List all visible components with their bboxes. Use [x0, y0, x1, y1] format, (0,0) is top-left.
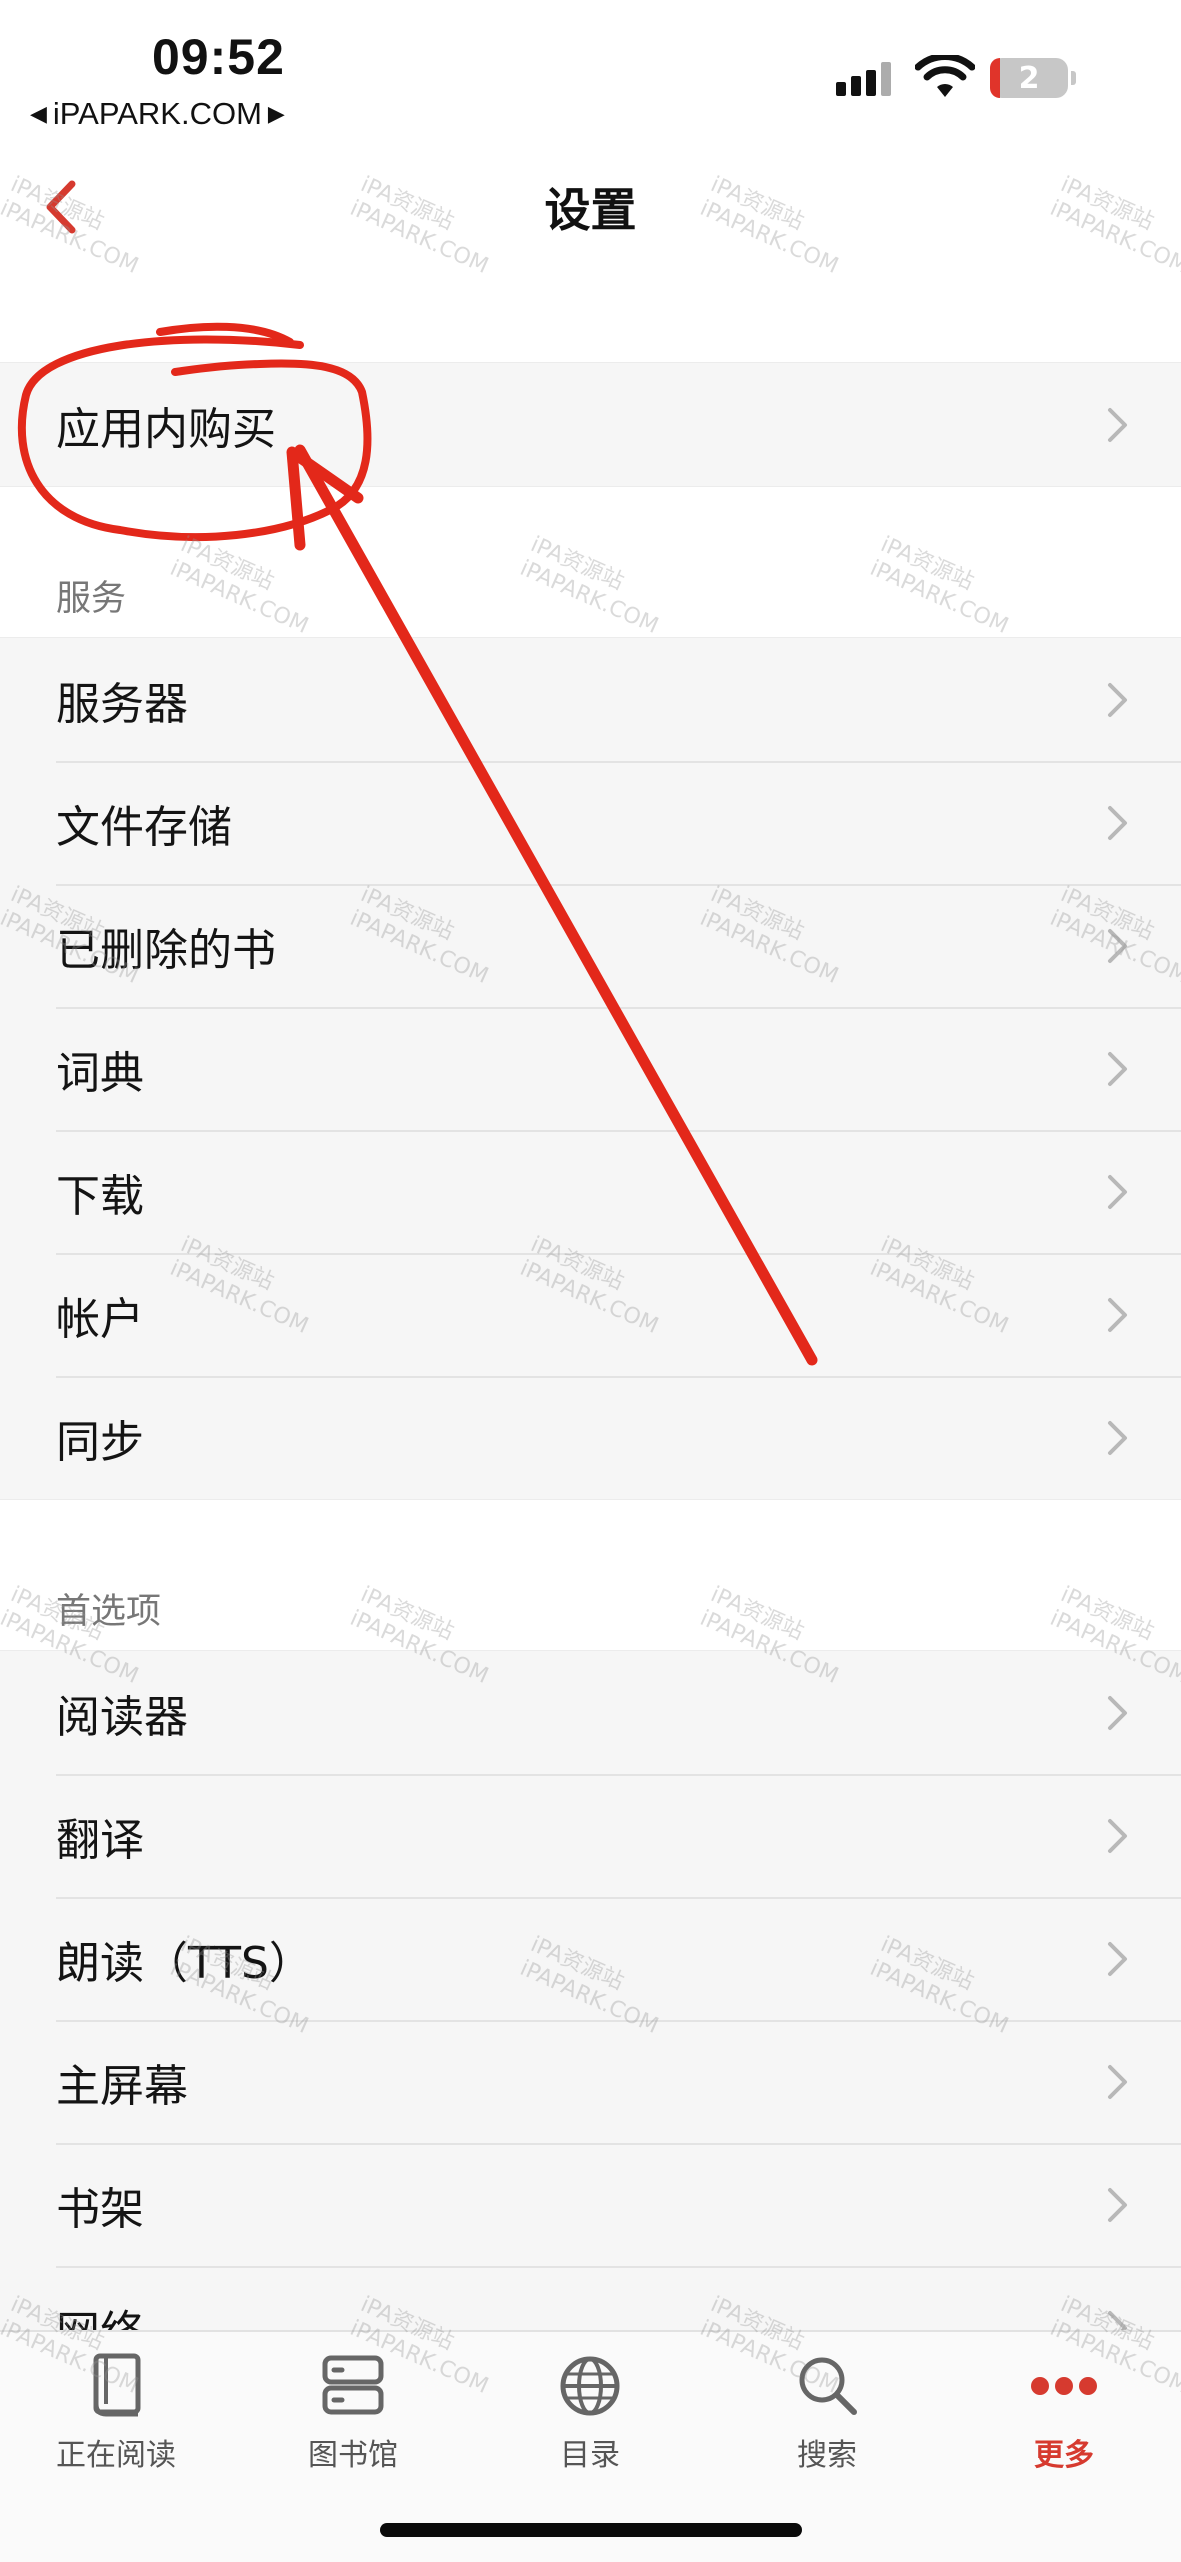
chevron-right-icon: [1107, 1818, 1129, 1858]
tab-catalog[interactable]: 目录: [490, 2352, 690, 2474]
globe-icon: [560, 2356, 620, 2416]
settings-row[interactable]: 服务器: [0, 638, 1181, 761]
settings-row-label: 词典: [56, 1047, 144, 1099]
cellular-signal-icon: [836, 62, 891, 96]
battery-icon: 2: [990, 58, 1076, 98]
settings-row[interactable]: 翻译: [0, 1774, 1181, 1897]
settings-row[interactable]: 应用内购买: [0, 363, 1181, 486]
settings-row-label: 下载: [56, 1170, 144, 1222]
chevron-right-icon: [1107, 1174, 1129, 1214]
settings-row-label: 帐户: [56, 1293, 144, 1345]
settings-row[interactable]: 词典: [0, 1007, 1181, 1130]
settings-group: 服务器文件存储已删除的书词典下载帐户同步: [0, 637, 1181, 1500]
section-header-label: 服务: [56, 579, 127, 619]
settings-row[interactable]: 书架: [0, 2143, 1181, 2266]
tab-label: 更多: [1034, 2438, 1094, 2473]
tab-label: 目录: [560, 2438, 620, 2473]
status-time: 09:52: [152, 29, 285, 85]
tab-label: 正在阅读: [56, 2438, 176, 2473]
battery-level: 2: [1018, 60, 1040, 96]
carrier-forward-icon: ▶: [267, 101, 285, 126]
settings-row[interactable]: 主屏幕: [0, 2020, 1181, 2143]
chevron-right-icon: [1107, 1420, 1129, 1460]
chevron-right-icon: [1107, 2064, 1129, 2104]
settings-row-label: 书架: [56, 2183, 144, 2235]
settings-row[interactable]: 已删除的书: [0, 884, 1181, 1007]
more-dots-icon: [1031, 2377, 1097, 2395]
chevron-right-icon: [1107, 682, 1129, 722]
chevron-right-icon: [1107, 1297, 1129, 1337]
page-title: 设置: [544, 183, 637, 237]
settings-row-label: 主屏幕: [56, 2060, 188, 2112]
settings-row[interactable]: 阅读器: [0, 1651, 1181, 1774]
chevron-right-icon: [1107, 1695, 1129, 1735]
carrier-label: ◀ iPAPARK.COM ▶: [30, 96, 285, 132]
chevron-right-icon: [1107, 407, 1129, 447]
settings-row[interactable]: 文件存储: [0, 761, 1181, 884]
chevron-right-icon: [1107, 2187, 1129, 2227]
chevron-right-icon: [1107, 805, 1129, 845]
home-indicator: [380, 2523, 802, 2537]
carrier-back-icon: ◀: [30, 101, 47, 126]
settings-row-label: 应用内购买: [56, 403, 276, 455]
carrier-text: iPAPARK.COM: [52, 96, 262, 131]
tab-label: 搜索: [797, 2438, 857, 2473]
settings-row-label: 同步: [56, 1416, 144, 1468]
top-spacer: [0, 266, 1181, 362]
wifi-icon: [915, 55, 975, 97]
tab-label: 图书馆: [308, 2438, 398, 2473]
status-bar: 09:52 ◀ iPAPARK.COM ▶ 2: [0, 0, 1181, 150]
chevron-right-icon: [1107, 1051, 1129, 1091]
navigation-bar: 设置: [0, 150, 1181, 268]
settings-row-label: 服务器: [56, 678, 188, 730]
settings-row-label: 文件存储: [56, 801, 232, 853]
settings-row[interactable]: 下载: [0, 1130, 1181, 1253]
settings-row[interactable]: 同步: [0, 1376, 1181, 1499]
chevron-right-icon: [1107, 1941, 1129, 1981]
section-header: 首选项: [0, 1500, 1181, 1650]
settings-row-label: 翻译: [56, 1814, 144, 1866]
settings-group: 应用内购买: [0, 362, 1181, 487]
settings-row-label: 阅读器: [56, 1691, 188, 1743]
server-icon: [322, 2355, 384, 2415]
